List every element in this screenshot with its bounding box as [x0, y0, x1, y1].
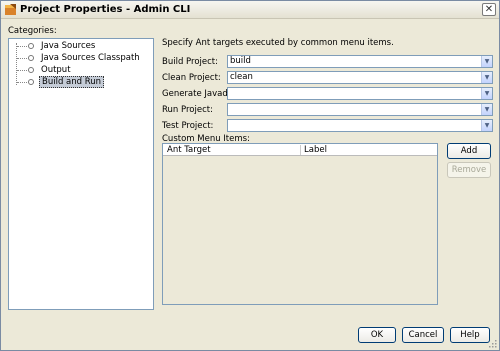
resize-grip-icon[interactable]	[489, 340, 497, 348]
tree-item-label: Build and Run	[39, 76, 105, 88]
combo-value: clean	[230, 72, 253, 82]
tree-item-label: Java Sources Classpath	[41, 53, 140, 63]
combo-value: build	[230, 56, 251, 66]
run-project-row: Run Project: ▼	[162, 103, 493, 116]
custom-menu-items-table[interactable]: Ant Target Label	[162, 143, 438, 305]
build-project-label: Build Project:	[162, 57, 218, 67]
tree-item-label: Java Sources	[41, 41, 96, 51]
run-project-combo[interactable]: ▼	[227, 103, 493, 116]
chevron-down-icon[interactable]: ▼	[481, 56, 492, 67]
chevron-down-icon[interactable]: ▼	[481, 120, 492, 131]
help-button[interactable]: Help	[450, 327, 490, 343]
cancel-button[interactable]: Cancel	[402, 327, 444, 343]
clean-project-combo[interactable]: clean ▼	[227, 71, 493, 84]
test-project-label: Test Project:	[162, 121, 214, 131]
column-header-ant-target[interactable]: Ant Target	[167, 144, 211, 156]
remove-button[interactable]: Remove	[447, 162, 491, 178]
chevron-down-icon[interactable]: ▼	[481, 88, 492, 99]
tree-node-icon	[28, 55, 34, 61]
generate-javadoc-combo[interactable]: ▼	[227, 87, 493, 100]
build-project-combo[interactable]: build ▼	[227, 55, 493, 68]
add-button[interactable]: Add	[447, 143, 491, 159]
section-description: Specify Ant targets executed by common m…	[162, 38, 394, 48]
generate-javadoc-row: Generate Javadoc: ▼	[162, 87, 493, 100]
run-project-label: Run Project:	[162, 105, 213, 115]
tree-node-icon	[28, 79, 34, 85]
chevron-down-icon[interactable]: ▼	[481, 104, 492, 115]
tree-node-icon	[28, 67, 34, 73]
tree-item-java-sources-classpath[interactable]: Java Sources Classpath	[9, 52, 149, 64]
window-title: Project Properties - Admin CLI	[20, 4, 191, 15]
column-header-label[interactable]: Label	[304, 144, 327, 156]
app-icon	[5, 4, 16, 15]
tree-item-label: Output	[41, 65, 71, 75]
title-bar[interactable]: Project Properties - Admin CLI ✕	[1, 1, 499, 19]
column-divider[interactable]	[300, 145, 301, 155]
clean-project-row: Clean Project: clean ▼	[162, 71, 493, 84]
tree-item-java-sources[interactable]: Java Sources	[9, 40, 149, 52]
table-header: Ant Target Label	[163, 144, 437, 156]
test-project-combo[interactable]: ▼	[227, 119, 493, 132]
clean-project-label: Clean Project:	[162, 73, 221, 83]
ok-button[interactable]: OK	[358, 327, 396, 343]
close-icon: ✕	[484, 3, 494, 15]
chevron-down-icon[interactable]: ▼	[481, 72, 492, 83]
tree-item-build-and-run[interactable]: Build and Run	[9, 76, 149, 88]
close-button[interactable]: ✕	[482, 3, 496, 16]
tree-item-output[interactable]: Output	[9, 64, 149, 76]
test-project-row: Test Project: ▼	[162, 119, 493, 132]
categories-label: Categories:	[8, 26, 57, 36]
build-project-row: Build Project: build ▼	[162, 55, 493, 68]
tree-node-icon	[28, 43, 34, 49]
categories-tree[interactable]: Java Sources Java Sources Classpath Outp…	[8, 38, 154, 310]
dialog-window: Project Properties - Admin CLI ✕ Categor…	[0, 0, 500, 351]
